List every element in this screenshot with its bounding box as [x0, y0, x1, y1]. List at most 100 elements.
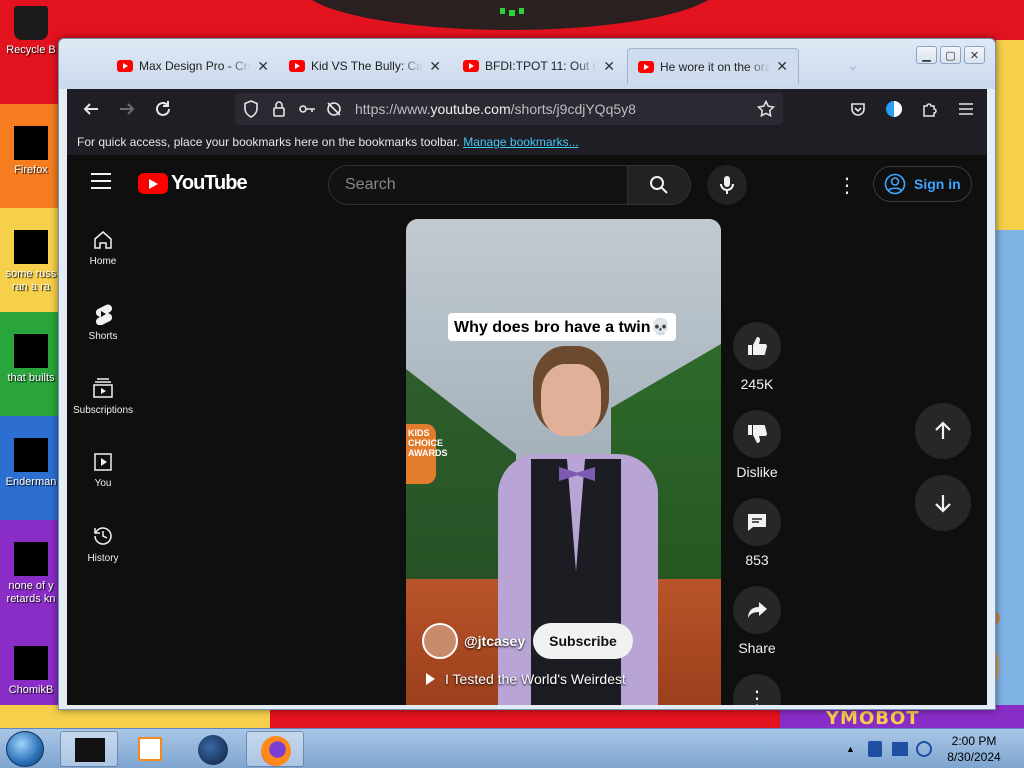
- desktop-icon-builts[interactable]: that builts: [0, 334, 62, 385]
- taskbar-item-media-player[interactable]: [120, 731, 178, 767]
- file-icon: [14, 230, 48, 264]
- thumbs-up-icon: [748, 337, 767, 355]
- voice-search-button[interactable]: [707, 165, 747, 205]
- taskbar-item-terminal[interactable]: [60, 731, 118, 767]
- short-video-player[interactable]: KIDS CHOICE AWARDS Why does bro have a t…: [406, 219, 721, 705]
- sidebar-item-shorts[interactable]: Shorts: [67, 285, 139, 359]
- youtube-favicon-icon: [289, 60, 305, 72]
- forward-button[interactable]: [109, 91, 145, 127]
- sidebar-item-history[interactable]: History: [67, 507, 139, 581]
- maximize-button[interactable]: ▢: [940, 46, 961, 64]
- window-controls: ▁ ▢ ✕: [916, 46, 985, 64]
- browser-tab[interactable]: Max Design Pro - Cre ✕: [107, 48, 279, 84]
- firefox-icon: [14, 126, 48, 160]
- previous-short-button[interactable]: [915, 403, 971, 459]
- desktop-icon-chomik[interactable]: ChomikB: [0, 646, 62, 697]
- browser-tab-active[interactable]: He wore it on the ora ✕: [627, 48, 799, 84]
- comments-button[interactable]: 853: [731, 498, 783, 568]
- channel-row: @jtcasey Subscribe: [422, 623, 633, 659]
- dislike-button[interactable]: Dislike: [731, 410, 783, 480]
- youtube-page: YouTube Search ⋮ Sign in Home Shorts Sub…: [67, 155, 987, 705]
- tab-title: BFDI:TPOT 11: Out Of: [485, 59, 598, 73]
- extensions-button[interactable]: [915, 93, 945, 125]
- extension-button[interactable]: [879, 93, 909, 125]
- url-bar[interactable]: https://www.youtube.com/shorts/j9cdjYQq5…: [235, 93, 783, 125]
- puzzle-icon: [923, 103, 937, 117]
- video-person-head: [541, 364, 601, 436]
- sidebar-item-label: Home: [89, 255, 117, 267]
- desktop-icon-label: that builts: [7, 372, 55, 384]
- permissions-icon[interactable]: [297, 100, 317, 118]
- desktop-icon-label: Firefox: [14, 164, 48, 176]
- next-short-button[interactable]: [915, 475, 971, 531]
- taskbar-item-firefox[interactable]: [246, 731, 304, 767]
- tab-close-icon[interactable]: ✕: [257, 58, 269, 75]
- reload-button[interactable]: [145, 91, 181, 127]
- start-button[interactable]: [6, 731, 44, 767]
- subscribe-button[interactable]: Subscribe: [533, 623, 633, 659]
- clock[interactable]: 2:00 PM 8/30/2024: [930, 733, 1018, 765]
- desktop-icon-none-of[interactable]: none of y retards kn: [0, 542, 62, 606]
- like-button[interactable]: 245K: [731, 322, 783, 392]
- youtube-logo-icon: [138, 173, 168, 194]
- arrow-down-icon: [935, 495, 951, 513]
- desktop-icon-recycle-bin[interactable]: Recycle B: [0, 6, 62, 57]
- pocket-button[interactable]: [843, 93, 873, 125]
- tab-list-chevron-icon[interactable]: ⌄: [847, 57, 859, 74]
- tab-title: He wore it on the ora: [660, 59, 771, 74]
- youtube-header: YouTube Search ⋮ Sign in: [67, 155, 987, 211]
- arrow-right-icon: [120, 103, 135, 115]
- sidebar-item-label: Shorts: [88, 330, 118, 342]
- kids-choice-sign: KIDS CHOICE AWARDS: [406, 424, 448, 484]
- network-icon[interactable]: [892, 742, 908, 756]
- related-video-link[interactable]: I Tested the World's Weirdest: [426, 671, 626, 687]
- sidebar-item-home[interactable]: Home: [67, 211, 139, 285]
- sidebar-item-you[interactable]: You: [67, 433, 139, 507]
- taskbar: ▲ 2:00 PM 8/30/2024: [0, 728, 1024, 768]
- globe-icon: [198, 735, 228, 765]
- tray-expand-icon[interactable]: ▲: [846, 744, 855, 754]
- hamburger-menu-icon[interactable]: [91, 173, 111, 194]
- related-video-title: I Tested the World's Weirdest: [445, 671, 626, 687]
- sign-in-button[interactable]: Sign in: [873, 166, 972, 202]
- media-player-icon: [138, 737, 162, 761]
- bookmark-star-icon[interactable]: [757, 100, 775, 118]
- navigation-toolbar: https://www.youtube.com/shorts/j9cdjYQq5…: [67, 89, 987, 129]
- wallpaper-text: YMOBOT: [826, 708, 920, 729]
- tab-close-icon[interactable]: ✕: [776, 58, 788, 75]
- app-menu-button[interactable]: [951, 93, 981, 125]
- more-actions-button[interactable]: ⋮: [731, 674, 783, 705]
- recycle-bin-icon: [14, 6, 48, 40]
- lock-icon[interactable]: [271, 100, 287, 118]
- desktop-icon-russian[interactable]: some russ ran a ra: [0, 230, 62, 294]
- share-button[interactable]: Share: [731, 586, 783, 656]
- shield-icon[interactable]: [243, 100, 259, 118]
- youtube-logo[interactable]: YouTube: [138, 172, 248, 195]
- taskbar-item-globe[interactable]: [184, 731, 242, 767]
- tab-close-icon[interactable]: ✕: [603, 58, 615, 75]
- like-count: 245K: [740, 376, 774, 392]
- you-icon: [94, 452, 112, 471]
- desktop-icon-label: ChomikB: [8, 684, 54, 696]
- search-button[interactable]: [627, 165, 691, 205]
- sidebar-item-subscriptions[interactable]: Subscriptions: [67, 359, 139, 433]
- tracking-protection-icon[interactable]: [325, 100, 343, 118]
- desktop-icon-label: Enderman: [5, 476, 57, 488]
- tab-close-icon[interactable]: ✕: [429, 58, 441, 75]
- browser-tab[interactable]: Kid VS The Bully: Can ✕: [279, 48, 451, 84]
- back-button[interactable]: [73, 91, 109, 127]
- channel-avatar[interactable]: [422, 623, 458, 659]
- minimize-button[interactable]: ▁: [916, 46, 937, 64]
- bookmarks-toolbar: For quick access, place your bookmarks h…: [67, 129, 987, 155]
- manage-bookmarks-link[interactable]: Manage bookmarks...: [463, 135, 578, 149]
- channel-name[interactable]: @jtcasey: [464, 633, 525, 649]
- close-window-button[interactable]: ✕: [964, 46, 985, 64]
- desktop-icon-enderman[interactable]: Enderman: [0, 438, 62, 489]
- shorts-icon: [95, 304, 113, 325]
- search-input[interactable]: Search: [328, 165, 628, 205]
- security-icon[interactable]: [868, 741, 882, 757]
- desktop-icon-firefox[interactable]: Firefox: [0, 126, 62, 177]
- browser-tab[interactable]: BFDI:TPOT 11: Out Of ✕: [453, 48, 625, 84]
- url-text[interactable]: https://www.youtube.com/shorts/j9cdjYQq5…: [355, 101, 636, 117]
- more-options-icon[interactable]: ⋮: [837, 173, 857, 198]
